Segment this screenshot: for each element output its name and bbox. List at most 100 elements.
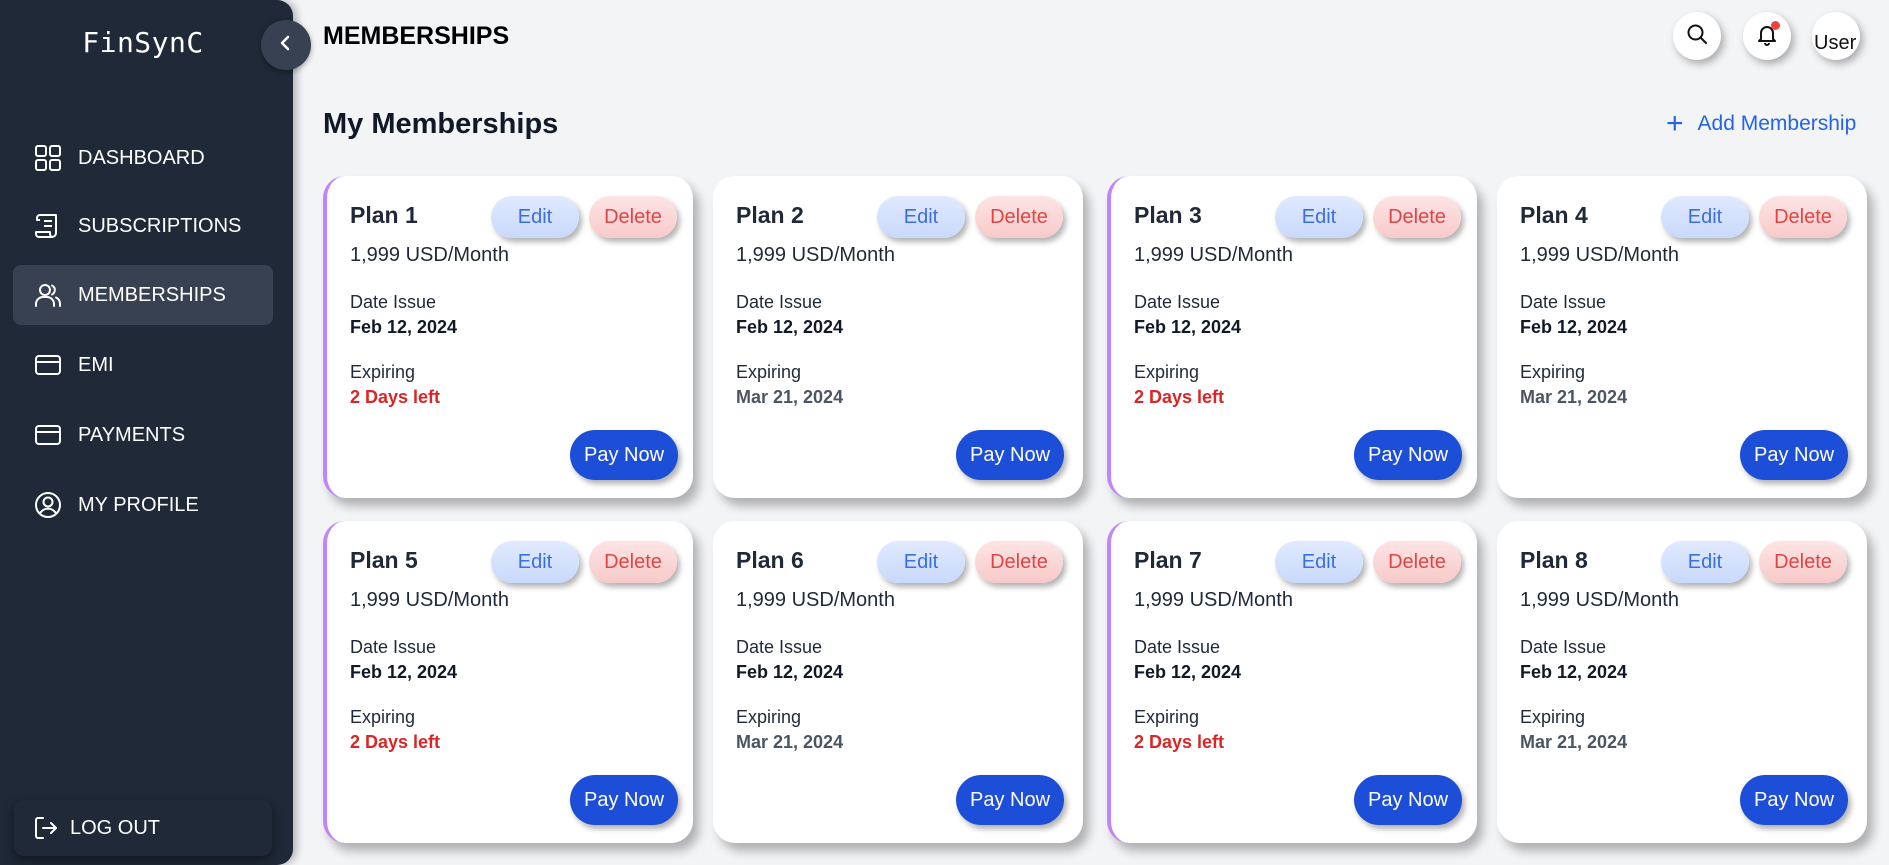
- edit-button[interactable]: Edit: [877, 196, 965, 238]
- sidebar-item-label: PAYMENTS: [78, 423, 186, 446]
- date-issue-value: Feb 12, 2024: [350, 317, 458, 337]
- date-issue-value: Feb 12, 2024: [736, 317, 844, 337]
- user-circle-icon: [33, 490, 63, 520]
- plan-name: Plan 7: [1134, 547, 1202, 573]
- plan-price: 1,999 USD/Month: [1134, 244, 1293, 266]
- plan-price: 1,999 USD/Month: [736, 589, 895, 611]
- pay-now-button[interactable]: Pay Now: [1354, 430, 1462, 480]
- expiring-label: Expiring: [1520, 362, 1586, 382]
- sidebar-item-label: SUBSCRIPTIONS: [78, 214, 242, 237]
- date-issue-label: Date Issue: [350, 637, 437, 657]
- edit-button[interactable]: Edit: [877, 541, 965, 583]
- add-membership-button[interactable]: + Add Membership: [1666, 107, 1857, 140]
- delete-button[interactable]: Delete: [1759, 196, 1847, 238]
- sidebar: FinSynC DASHBOARD SUBSCRIPTIONS MEMBERSH…: [0, 0, 293, 865]
- date-issue-value: Feb 12, 2024: [1134, 662, 1242, 682]
- expiring-label: Expiring: [1134, 707, 1200, 727]
- delete-button[interactable]: Delete: [1373, 541, 1461, 583]
- expiring-label: Expiring: [1520, 707, 1586, 727]
- plan-name: Plan 1: [350, 202, 418, 228]
- pay-now-button[interactable]: Pay Now: [1740, 430, 1848, 480]
- notifications-button[interactable]: [1743, 12, 1791, 60]
- expiring-label: Expiring: [1134, 362, 1200, 382]
- card-icon: [33, 420, 63, 450]
- edit-button[interactable]: Edit: [1661, 196, 1749, 238]
- plan-price: 1,999 USD/Month: [350, 244, 509, 266]
- card-icon: [33, 350, 63, 380]
- date-issue-value: Feb 12, 2024: [736, 662, 844, 682]
- plan-price: 1,999 USD/Month: [736, 244, 895, 266]
- sidebar-item-my-profile[interactable]: MY PROFILE: [13, 475, 273, 535]
- sidebar-item-label: MY PROFILE: [78, 493, 199, 516]
- page-title: MEMBERSHIPS: [323, 22, 510, 50]
- sidebar-item-label: DASHBOARD: [78, 146, 205, 169]
- date-issue-value: Feb 12, 2024: [1520, 662, 1628, 682]
- date-issue-label: Date Issue: [736, 292, 823, 312]
- sidebar-item-subscriptions[interactable]: SUBSCRIPTIONS: [13, 196, 273, 256]
- sidebar-item-emi[interactable]: EMI: [13, 335, 273, 395]
- plan-price: 1,999 USD/Month: [1134, 589, 1293, 611]
- expiring-label: Expiring: [350, 362, 416, 382]
- delete-button[interactable]: Delete: [975, 541, 1063, 583]
- edit-button[interactable]: Edit: [491, 196, 579, 238]
- chevron-left-icon: [277, 34, 295, 57]
- plan-name: Plan 5: [350, 547, 418, 573]
- grid-icon: [33, 143, 63, 173]
- expiring-value: 2 Days left: [1134, 387, 1225, 407]
- sidebar-item-payments[interactable]: PAYMENTS: [13, 405, 273, 465]
- logout-icon: [32, 814, 60, 842]
- expiring-value: 2 Days left: [350, 732, 441, 752]
- expiring-value: Mar 21, 2024: [736, 387, 844, 407]
- expiring-value: Mar 21, 2024: [736, 732, 844, 752]
- expiring-value: 2 Days left: [1134, 732, 1225, 752]
- date-issue-label: Date Issue: [736, 637, 823, 657]
- delete-button[interactable]: Delete: [589, 541, 677, 583]
- expiring-value: Mar 21, 2024: [1520, 732, 1628, 752]
- edit-button[interactable]: Edit: [491, 541, 579, 583]
- sidebar-collapse-button[interactable]: [261, 20, 311, 70]
- sidebar-item-dashboard[interactable]: DASHBOARD: [13, 128, 273, 188]
- pay-now-button[interactable]: Pay Now: [570, 430, 678, 480]
- avatar-alt-text: User: [1814, 32, 1857, 54]
- plan-name: Plan 6: [736, 547, 804, 573]
- pay-now-button[interactable]: Pay Now: [1740, 775, 1848, 825]
- expiring-label: Expiring: [736, 362, 802, 382]
- avatar[interactable]: User: [1812, 12, 1860, 60]
- delete-button[interactable]: Delete: [1373, 196, 1461, 238]
- edit-button[interactable]: Edit: [1275, 196, 1363, 238]
- date-issue-label: Date Issue: [1520, 292, 1607, 312]
- pay-now-button[interactable]: Pay Now: [1354, 775, 1462, 825]
- pay-now-button[interactable]: Pay Now: [570, 775, 678, 825]
- pay-now-button[interactable]: Pay Now: [956, 775, 1064, 825]
- membership-card: Plan 1 Edit Delete 1,999 USD/Month Date Issu…: [323, 176, 693, 498]
- date-issue-label: Date Issue: [350, 292, 437, 312]
- plan-price: 1,999 USD/Month: [1520, 589, 1679, 611]
- edit-button[interactable]: Edit: [1275, 541, 1363, 583]
- expiring-value: Mar 21, 2024: [1520, 387, 1628, 407]
- sidebar-item-label: MEMBERSHIPS: [78, 283, 226, 306]
- membership-card: Plan 5 Edit Delete 1,999 USD/Month Date Issu…: [323, 521, 693, 843]
- sidebar-item-memberships[interactable]: MEMBERSHIPS: [13, 265, 273, 325]
- logout-label: LOG OUT: [70, 816, 161, 839]
- delete-button[interactable]: Delete: [1759, 541, 1847, 583]
- plan-price: 1,999 USD/Month: [350, 589, 509, 611]
- date-issue-value: Feb 12, 2024: [350, 662, 458, 682]
- membership-card: Plan 6 Edit Delete 1,999 USD/Month Date Issu…: [713, 521, 1083, 843]
- plan-price: 1,999 USD/Month: [1520, 244, 1679, 266]
- app-logo[interactable]: FinSynC: [0, 26, 286, 59]
- date-issue-label: Date Issue: [1134, 637, 1221, 657]
- search-button[interactable]: [1673, 12, 1721, 60]
- edit-button[interactable]: Edit: [1661, 541, 1749, 583]
- plus-icon: +: [1666, 107, 1684, 140]
- membership-card: Plan 4 Edit Delete 1,999 USD/Month Date Issu…: [1497, 176, 1867, 498]
- scroll-icon: [33, 211, 63, 241]
- delete-button[interactable]: Delete: [589, 196, 677, 238]
- logout-button[interactable]: LOG OUT: [14, 800, 272, 856]
- delete-button[interactable]: Delete: [975, 196, 1063, 238]
- add-membership-label: Add Membership: [1697, 112, 1857, 135]
- expiring-label: Expiring: [350, 707, 416, 727]
- pay-now-button[interactable]: Pay Now: [956, 430, 1064, 480]
- date-issue-value: Feb 12, 2024: [1134, 317, 1242, 337]
- plan-name: Plan 8: [1520, 547, 1588, 573]
- section-title: My Memberships: [323, 108, 559, 140]
